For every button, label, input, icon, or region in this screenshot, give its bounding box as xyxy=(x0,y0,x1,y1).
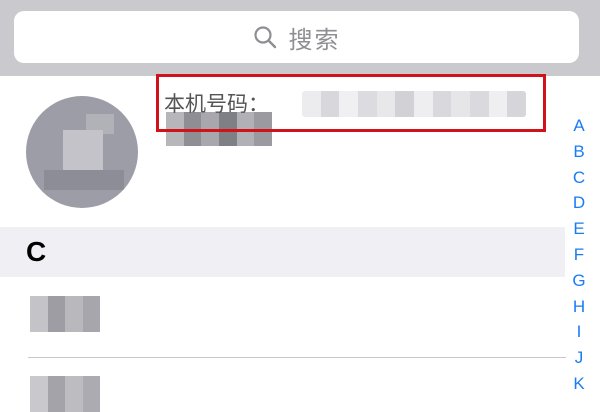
contact-row[interactable] xyxy=(0,358,560,412)
search-placeholder: 搜索 xyxy=(288,25,341,54)
index-letter-j[interactable]: J xyxy=(575,345,584,371)
section-letter: C xyxy=(26,236,47,267)
phone-number-label: 本机号码： xyxy=(164,92,269,116)
avatar xyxy=(26,96,138,208)
search-icon xyxy=(253,25,277,49)
index-letter-e[interactable]: E xyxy=(573,216,584,242)
phone-number-redacted xyxy=(302,91,526,117)
alphabet-index[interactable]: A B C D E F G H I J K xyxy=(566,113,592,397)
index-letter-c[interactable]: C xyxy=(573,165,585,191)
search-bar: 搜索 xyxy=(0,0,600,76)
contact-name-redacted xyxy=(30,376,100,412)
contact-row[interactable] xyxy=(0,278,560,356)
index-letter-f[interactable]: F xyxy=(574,242,584,268)
index-letter-a[interactable]: A xyxy=(573,113,584,139)
index-letter-g[interactable]: G xyxy=(572,268,585,294)
section-header xyxy=(0,227,565,277)
index-letter-b[interactable]: B xyxy=(573,139,584,165)
index-letter-i[interactable]: I xyxy=(577,319,582,345)
index-letter-h[interactable]: H xyxy=(573,294,585,320)
index-letter-k[interactable]: K xyxy=(573,371,584,397)
search-field[interactable]: 搜索 xyxy=(14,11,579,63)
index-letter-d[interactable]: D xyxy=(573,190,585,216)
contact-name-redacted xyxy=(30,296,100,332)
